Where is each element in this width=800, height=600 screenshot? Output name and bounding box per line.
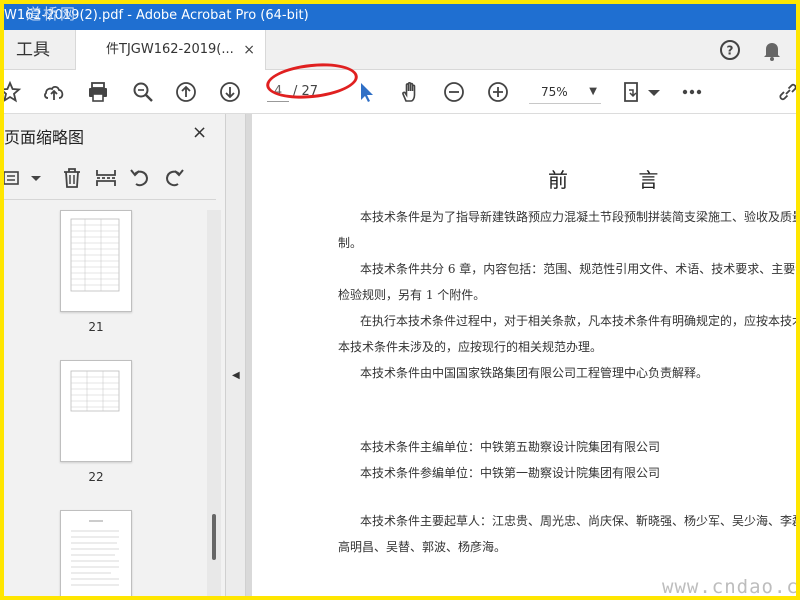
- select-cursor-icon[interactable]: [354, 80, 378, 104]
- doc-line: 本技术条件主要起草人：江忠贵、周光忠、尚庆保、靳晓强、杨少军、吴少海、李磊: [360, 514, 796, 528]
- doc-line: 本技术条件主编单位：中铁第五勘察设计院集团有限公司: [360, 440, 661, 454]
- document-viewport[interactable]: 前 言 本技术条件是为了指导新建铁路预应力混凝土节段预制拼装简支梁施工、验收及质…: [246, 114, 796, 596]
- rotate-right-icon[interactable]: [162, 166, 186, 190]
- collapse-arrow-icon[interactable]: ◀: [232, 370, 240, 381]
- thumbnail-panel: 页面缩略图 × 21 22: [4, 114, 226, 596]
- doc-line: 本技术条件由中国国家铁路集团有限公司工程管理中心负责解释。: [360, 366, 709, 380]
- thumbnail-list: 21 22: [4, 200, 226, 596]
- tab-document-label: 件TJGW162-2019(...: [106, 42, 234, 57]
- top-watermark: 道桥网: [26, 5, 78, 23]
- zoom-in-icon[interactable]: [486, 80, 510, 104]
- main-toolbar: 4 / 27 75% ▼: [4, 70, 796, 114]
- trash-icon[interactable]: [60, 166, 84, 190]
- page-fit-icon[interactable]: [620, 80, 644, 104]
- close-tab-icon[interactable]: ×: [243, 30, 255, 70]
- more-icon[interactable]: [680, 80, 704, 104]
- svg-text:?: ?: [727, 44, 734, 58]
- help-icon[interactable]: ?: [718, 38, 742, 62]
- bell-icon[interactable]: [760, 38, 784, 62]
- rotate-left-icon[interactable]: [128, 166, 152, 190]
- page-up-icon[interactable]: [174, 80, 198, 104]
- document-page: 前 言 本技术条件是为了指导新建铁路预应力混凝土节段预制拼装简支梁施工、验收及质…: [252, 114, 796, 596]
- doc-heading: 前 言: [548, 168, 691, 192]
- tab-tools[interactable]: 工具: [4, 30, 76, 70]
- panel-collapse-rail[interactable]: ◀: [226, 114, 246, 596]
- zoom-level-select[interactable]: 75% ▼: [529, 80, 601, 104]
- title-bar: W162-2019(2).pdf - Adobe Acrobat Pro (64…: [4, 4, 796, 30]
- insert-page-icon[interactable]: [94, 166, 118, 190]
- doc-line: 在执行本技术条件过程中，对于相关条款，凡本技术条件有明确规定的，应按本技术条: [360, 314, 796, 328]
- chevron-down-icon[interactable]: [24, 166, 48, 190]
- thumbnail-options-icon[interactable]: [4, 166, 26, 190]
- zoom-level-value: 75%: [541, 85, 568, 99]
- thumbnail-page-21[interactable]: [60, 210, 132, 312]
- doc-line: 本技术条件未涉及的，应按现行的相关规范办理。: [338, 340, 603, 354]
- zoom-search-icon[interactable]: [131, 80, 155, 104]
- tab-document[interactable]: 件TJGW162-2019(... ×: [76, 30, 266, 71]
- thumbnail-page-22[interactable]: [60, 360, 132, 462]
- doc-line: 制。: [338, 236, 363, 250]
- link-icon[interactable]: [776, 80, 796, 104]
- tab-bar: 工具 件TJGW162-2019(... × ?: [4, 30, 796, 71]
- thumbnail-page-23[interactable]: [60, 510, 132, 596]
- star-icon[interactable]: [4, 80, 22, 104]
- page-down-icon[interactable]: [218, 80, 242, 104]
- zoom-out-icon[interactable]: [442, 80, 466, 104]
- acrobat-window: W162-2019(2).pdf - Adobe Acrobat Pro (64…: [4, 4, 796, 596]
- doc-line: 检验规则，另有 1 个附件。: [338, 288, 486, 302]
- doc-line: 本技术条件是为了指导新建铁路预应力混凝土节段预制拼装简支梁施工、验收及质量检: [360, 210, 796, 224]
- thumbnail-toolbar: [4, 158, 216, 200]
- thumbnail-scrollbar-thumb[interactable]: [212, 514, 216, 560]
- panel-title: 页面缩略图: [4, 128, 85, 147]
- chevron-down-icon: ▼: [589, 86, 597, 97]
- cloud-upload-icon[interactable]: [42, 80, 66, 104]
- page-fit-dropdown-icon[interactable]: [642, 80, 666, 104]
- doc-line: 高明昌、吴替、郭波、杨彦海。: [338, 540, 507, 554]
- print-icon[interactable]: [86, 80, 110, 104]
- doc-line: 本技术条件参编单位：中铁第一勘察设计院集团有限公司: [360, 466, 661, 480]
- site-watermark: www.cndao.com: [662, 576, 796, 596]
- thumbnail-label: 22: [88, 470, 104, 484]
- hand-tool-icon[interactable]: [398, 80, 422, 104]
- close-panel-icon[interactable]: ×: [192, 122, 207, 143]
- thumbnail-label: 21: [88, 320, 104, 334]
- doc-line: 本技术条件共分 6 章，内容包括：范围、规范性引用文件、术语、技术要求、主要试验: [360, 262, 796, 276]
